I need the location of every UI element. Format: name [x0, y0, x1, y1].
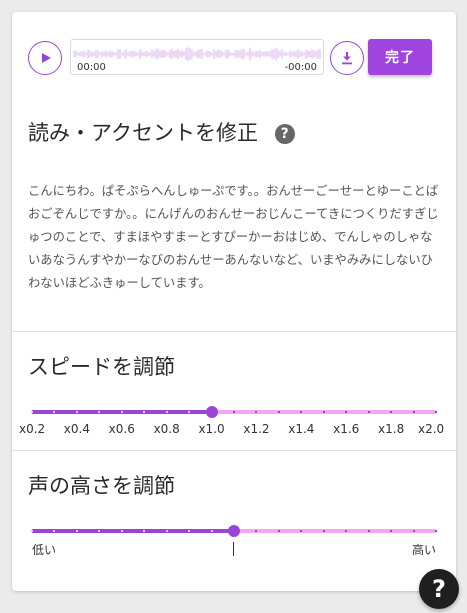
slider-tick: [143, 411, 146, 413]
slider-tick: [300, 530, 303, 532]
speed-slider[interactable]: [31, 405, 437, 419]
speed-label: x0.6: [108, 422, 135, 436]
slider-tick: [412, 530, 415, 532]
slider-tick: [75, 530, 78, 532]
slider-tick: [345, 411, 348, 413]
slider-tick: [367, 411, 370, 413]
slider-tick: [120, 530, 123, 532]
pitch-center-marker: [233, 542, 234, 556]
slider-tick: [435, 411, 437, 413]
speed-label: x1.8: [378, 422, 405, 436]
pitch-title: 声の高さを調節: [28, 474, 175, 498]
slider-tick: [53, 530, 56, 532]
speed-label: x1.4: [288, 422, 315, 436]
slider-tick: [188, 530, 191, 532]
pitch-low-label: 低い: [32, 543, 57, 557]
slider-tick: [300, 411, 303, 413]
remaining-time: -00:00: [284, 62, 317, 73]
slider-tick: [255, 530, 258, 532]
download-button[interactable]: [330, 41, 364, 75]
divider: [12, 331, 456, 332]
reading-title-row: 読み・アクセントを修正 ?: [28, 117, 295, 147]
slider-tick: [165, 411, 168, 413]
slider-tick: [277, 411, 280, 413]
speed-label: x2.0: [418, 422, 445, 436]
speed-label: x0.4: [63, 422, 90, 436]
slider-tick: [53, 411, 56, 413]
slider-track-rest: [234, 529, 436, 533]
help-icon[interactable]: ?: [274, 124, 295, 144]
pitch-high-label: 高い: [411, 543, 436, 557]
slider-tick: [210, 530, 213, 532]
audio-player: 00:00 -00:00 完了: [28, 39, 442, 77]
slider-tick: [390, 530, 393, 532]
download-icon: [342, 52, 352, 65]
slider-tick: [75, 411, 78, 413]
speed-label: x0.8: [153, 422, 180, 436]
done-button[interactable]: 完了: [368, 39, 432, 75]
slider-tick: [322, 530, 325, 532]
slider-tick: [255, 411, 258, 413]
slider-tick: [367, 530, 370, 532]
speed-label: x1.6: [333, 422, 360, 436]
current-time: 00:00: [77, 62, 106, 73]
reading-title: 読み・アクセントを修正: [28, 121, 258, 145]
slider-tick: [345, 530, 348, 532]
waveform[interactable]: 00:00 -00:00: [70, 39, 324, 75]
slider-tick: [277, 530, 280, 532]
slider-thumb[interactable]: [228, 525, 240, 537]
slider-tick: [390, 411, 393, 413]
slider-tick: [188, 411, 191, 413]
speed-label: x1.2: [243, 422, 270, 436]
speed-title: スピードを調節: [28, 355, 175, 379]
help-button[interactable]: ?: [419, 569, 459, 609]
divider: [12, 450, 456, 451]
speed-scale-labels: x0.2 x0.4 x0.6 x0.8 x1.0 x1.2 x1.4 x1.6 x1.8 x2.0: [12, 422, 456, 442]
slider-track-filled: [32, 529, 234, 533]
speed-label: x1.0: [198, 422, 225, 436]
slider-tick: [31, 530, 33, 532]
slider-tick: [120, 411, 123, 413]
slider-tick: [165, 530, 168, 532]
reading-text[interactable]: こんにちわ。ぱそぷらへんしゅーぷです。。おんせーごーせーとゆーことばおごぞんじで…: [28, 180, 440, 295]
speed-label: x0.2: [19, 422, 46, 436]
play-button[interactable]: [28, 41, 62, 75]
editor-card: 00:00 -00:00 完了 読み・アクセントを修正 ? こんにちわ。ぱそぷら…: [12, 12, 456, 591]
slider-tick: [98, 530, 101, 532]
slider-tick: [31, 411, 33, 413]
pitch-slider[interactable]: [31, 524, 437, 538]
slider-tick: [322, 411, 325, 413]
slider-tick: [233, 411, 235, 413]
slider-thumb[interactable]: [205, 406, 218, 418]
slider-tick: [435, 530, 437, 532]
slider-tick: [98, 411, 101, 413]
slider-tick: [143, 530, 146, 532]
play-icon: [42, 53, 51, 63]
slider-tick: [412, 411, 415, 413]
